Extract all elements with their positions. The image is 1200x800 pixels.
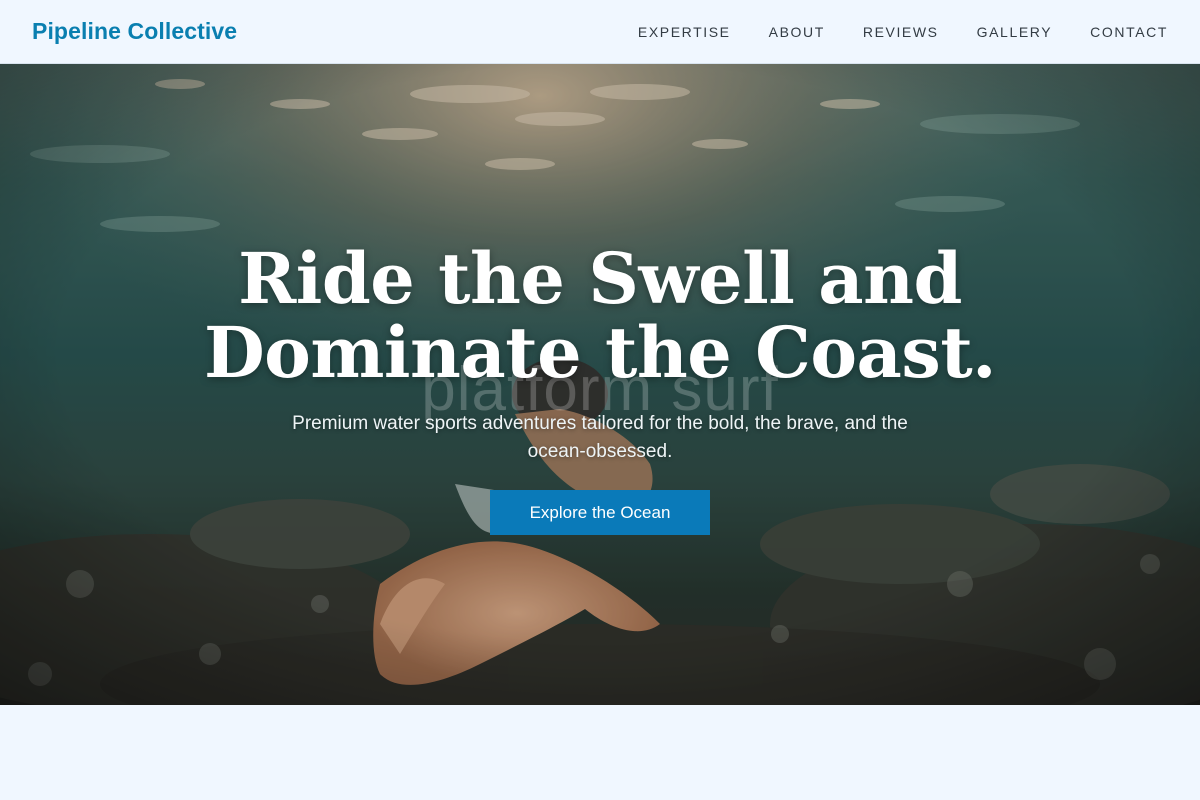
- nav-link-about[interactable]: ABOUT: [769, 24, 825, 40]
- nav-link-contact[interactable]: CONTACT: [1090, 24, 1168, 40]
- main-nav: EXPERTISE ABOUT REVIEWS GALLERY CONTACT: [638, 24, 1168, 40]
- explore-ocean-button[interactable]: Explore the Ocean: [490, 490, 710, 535]
- nav-link-reviews[interactable]: REVIEWS: [863, 24, 939, 40]
- top-navigation-bar: Pipeline Collective EXPERTISE ABOUT REVI…: [0, 0, 1200, 64]
- hero-title: Ride the Swell and Dominate the Coast.: [203, 237, 997, 394]
- nav-link-gallery[interactable]: GALLERY: [977, 24, 1053, 40]
- hero-section: platform surf Ride the Swell and Dominat…: [0, 64, 1200, 705]
- nav-link-expertise[interactable]: EXPERTISE: [638, 24, 731, 40]
- brand-logo-link[interactable]: Pipeline Collective: [32, 18, 237, 45]
- content-section-below-hero: [0, 705, 1200, 800]
- hero-subtitle: Premium water sports adventures tailored…: [292, 413, 908, 462]
